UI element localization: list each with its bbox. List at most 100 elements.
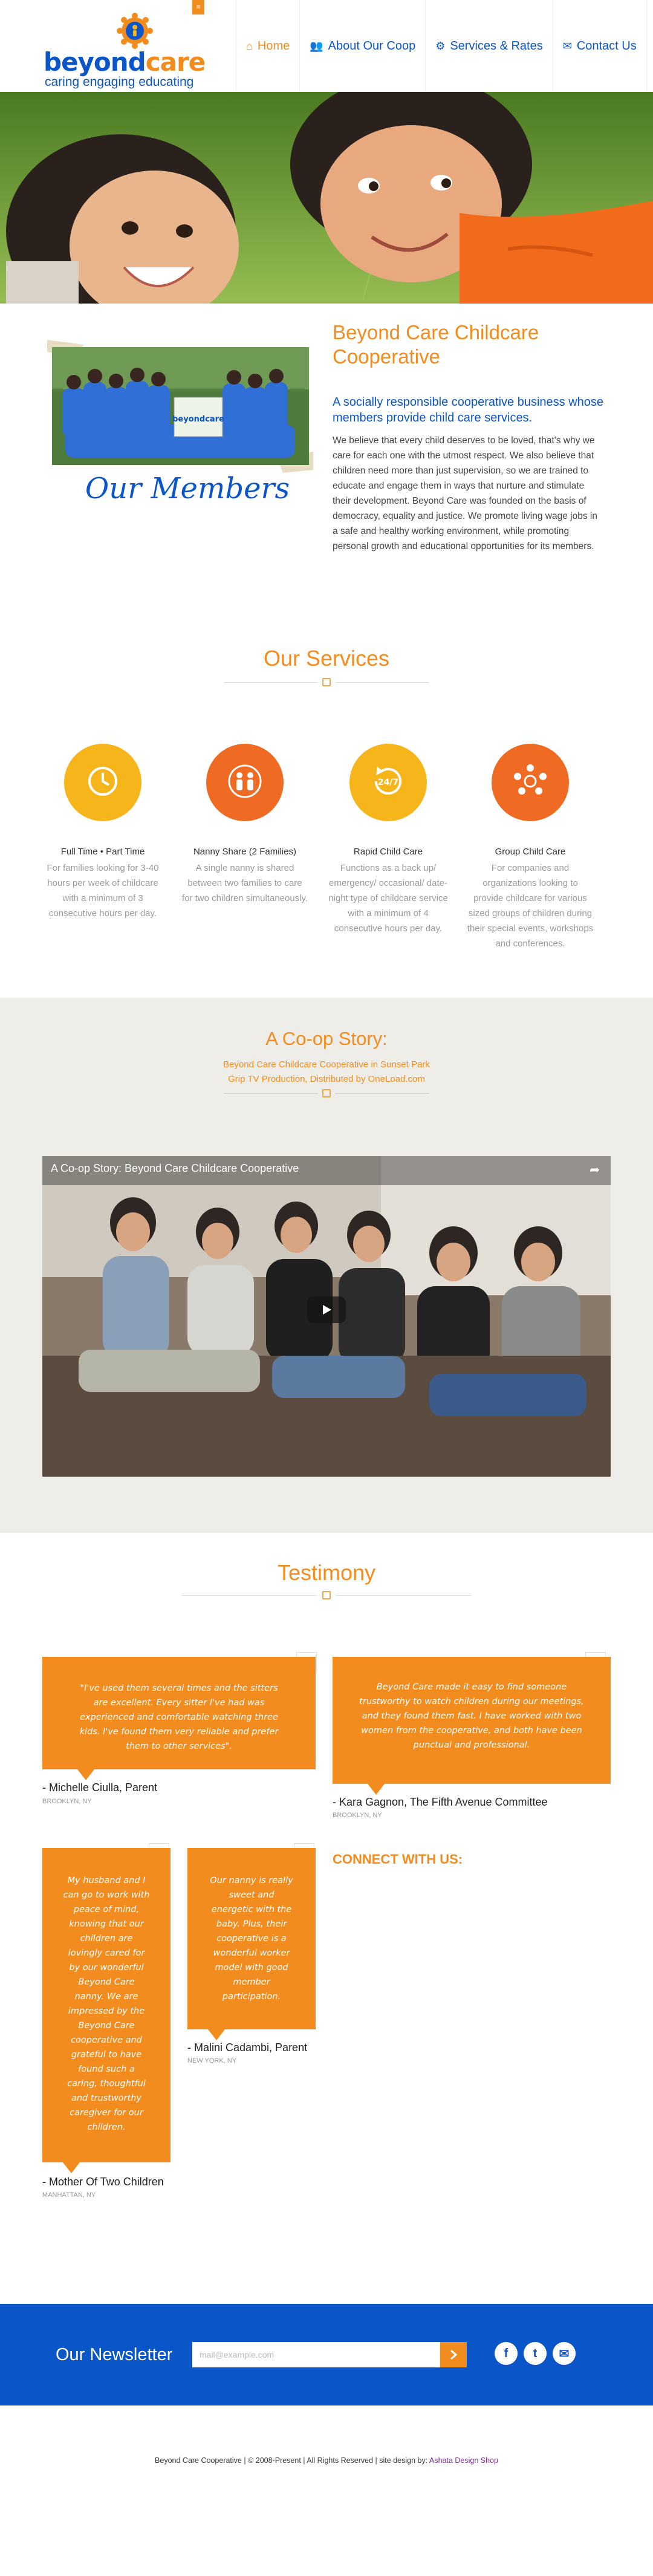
testimonial-author: - Malini Cadambi, Parent [187,2041,308,2054]
nav-item-label: Contact Us [576,39,637,53]
divider [336,682,429,683]
nav-item-label: Home [257,39,290,53]
service-icon-circle: 24/7 [349,744,427,821]
story-subtitle-1: Beyond Care Childcare Cooperative in Sun… [223,1059,430,1070]
section-mark-icon [322,678,331,686]
footer-text: Beyond Care Cooperative | © 2008-Present… [155,2456,428,2465]
service-icon-circle [64,744,141,821]
service-description: A single nanny is shared between two fam… [181,863,308,903]
envelope-icon: ✉ [562,39,572,52]
clock-icon [85,763,121,802]
testimonial-quote: Beyond Care made it easy to find someone… [359,1682,584,1750]
users-icon: 👥 [310,39,323,52]
service-title: Full Time • Part Time [60,847,145,857]
testimonial-location: BROOKLYN, NY [42,1798,92,1805]
newsletter-email-input[interactable] [192,2342,440,2367]
testimony-heading: Testimony [277,1560,376,1585]
play-icon [323,1305,331,1315]
testimonial-location: MANHATTAN, NY [42,2191,96,2199]
service-card: Nanny Share (2 Families) A single nanny i… [181,744,308,906]
testimonial-author: - Kara Gagnon, The Fifth Avenue Committe… [333,1796,548,1808]
divider [336,1595,472,1596]
group-circle-icon [511,762,550,804]
home-icon: ⌂ [246,39,253,52]
card-tail [77,1769,94,1780]
service-description: For families looking for 3-40 hours per … [47,863,159,919]
card-tail [63,2162,80,2173]
divider [181,1595,317,1596]
facebook-icon[interactable]: f [495,2342,518,2365]
photo-banner-text: beyondcare [172,415,224,424]
site-logo[interactable]: beyondcare caring engaging educating [44,8,206,89]
testimonial-card: Beyond Care made it easy to find someone… [333,1657,611,1784]
service-description: Functions as a back up/ emergency/ occas… [328,863,448,934]
nav-item-services-rates[interactable]: ⚙ Services & Rates [425,0,553,92]
testimonial-card: My husband and I can go to work with pea… [42,1848,171,2162]
sun-logo-icon [117,13,153,49]
story-heading: A Co-op Story: [265,1028,388,1049]
nav-item-contact-us[interactable]: ✉ Contact Us [552,0,647,92]
divider [224,1093,317,1094]
brand-wordmark: beyondcare [44,47,206,77]
service-title: Group Child Care [495,847,566,857]
card-tail [208,2029,225,2040]
testimonial-author: - Michelle Ciulla, Parent [42,1781,158,1794]
testimonial-quote: My husband and I can go to work with pea… [63,1876,150,2132]
newsletter-heading: Our Newsletter [56,2345,173,2364]
card-tail [368,1784,385,1795]
main-nav: ⌂ Home 👥 About Our Coop ⚙ Services & Rates ✉ Co… [236,0,647,92]
designer-credit-link[interactable]: Ashata Design Shop [429,2456,498,2465]
story-subtitle-2: Grip TV Production, Distributed by OneLo… [228,1074,425,1084]
service-card: 24/7 Rapid Child Care Functions as a back … [325,744,452,936]
service-title: Nanny Share (2 Families) [193,847,297,857]
family-icon [224,763,266,802]
newsletter-submit-button[interactable] [440,2342,467,2367]
testimonial-location: BROOKLYN, NY [333,1812,382,1819]
service-icon-circle [492,744,569,821]
chevron-right-icon [450,2349,458,2360]
hero-children-photo [0,92,653,304]
members-group-photo: beyondcare [47,340,313,473]
nav-item-label: About Our Coop [328,39,416,53]
services-heading: Our Services [263,646,390,671]
connect-heading: CONNECT WITH US: [333,1852,463,1867]
nav-item-label: Services & Rates [450,39,543,53]
footer-copyright: Beyond Care Cooperative | © 2008-Present… [0,2456,653,2465]
video-title[interactable]: A Co-op Story: Beyond Care Childcare Coo… [51,1162,299,1175]
about-body: We believe that every child deserves to … [333,435,597,551]
testimonial-author: - Mother Of Two Children [42,2176,164,2188]
section-mark-icon [322,1591,331,1599]
mail-icon[interactable]: ✉ [553,2342,576,2365]
our-members-caption: Our Members [85,472,290,506]
twitter-icon[interactable]: t [524,2342,547,2365]
nav-item-home[interactable]: ⌂ Home [236,0,299,92]
badge-text: 24/7 [378,778,398,787]
testimonial-card: "I've used them several times and the si… [42,1657,316,1769]
testimonial-quote: "I've used them several times and the si… [79,1683,279,1751]
divider [336,1093,429,1094]
top-toggle-tab[interactable]: ≡ [192,0,204,15]
testimonial-quote: Our nanny is really sweet and energetic … [210,1876,293,2002]
video-player[interactable]: A Co-op Story: Beyond Care Childcare Coo… [42,1156,611,1477]
service-card: Group Child Care For companies and organi… [467,744,594,951]
social-links: f t ✉ [495,2342,576,2365]
brand-tagline: caring engaging educating [45,75,194,89]
nav-item-about-our-coop[interactable]: 👥 About Our Coop [299,0,425,92]
share-icon[interactable]: ➦ [590,1162,600,1177]
testimonial-location: NEW YORK, NY [187,2057,237,2064]
gear-icon: ⚙ [435,39,446,52]
testimonial-card: Our nanny is really sweet and energetic … [187,1848,316,2029]
site-header: beyondcare caring engaging educating ≡ ⌂… [0,0,653,92]
about-subtitle: A socially responsible cooperative busin… [333,395,604,424]
24-7-icon: 24/7 [369,763,408,802]
service-title: Rapid Child Care [353,847,423,857]
service-card: Full Time • Part Time For families lookin… [39,744,166,921]
divider [224,682,317,683]
hero-image [0,92,653,304]
service-icon-circle [206,744,284,821]
play-button[interactable] [307,1296,346,1323]
newsletter-bar: Our Newsletter ft ✉ [0,2304,653,2405]
service-description: For companies and organizations looking … [467,863,594,949]
about-title: Beyond Care Childcare Cooperative [333,321,539,368]
section-mark-icon [322,1089,331,1098]
